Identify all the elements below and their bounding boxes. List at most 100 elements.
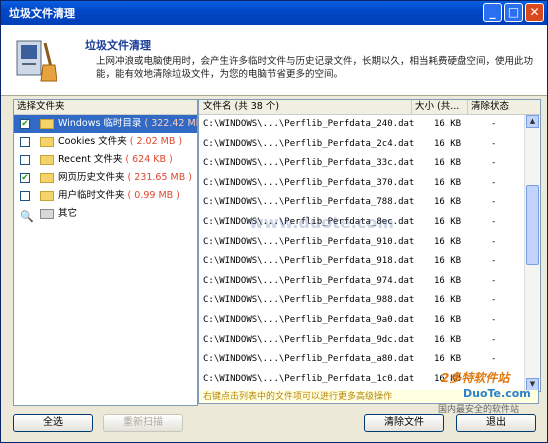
folder-list[interactable]: 选择文件夹 ✔ Windows 临时目录 ( 322.42 MB ) Cookies… <box>13 99 198 406</box>
file-name: C:\WINDOWS\...\Perflib_Perfdata_988.dat <box>203 295 415 306</box>
file-status: - <box>491 295 497 306</box>
file-list[interactable]: 文件名 (共 38 个) 大小 (共... 清除状态 C:\WINDOWS\..… <box>198 99 541 392</box>
file-list-header: 文件名 (共 38 个) 大小 (共... 清除状态 <box>199 100 540 115</box>
file-size: 16 KB <box>434 275 462 286</box>
header-panel: 垃圾文件清理 上网冲浪或电脑使用时，会产生许多临时文件与历史记录文件，长期以久，… <box>1 25 547 96</box>
folder-item[interactable]: ✔ Windows 临时目录 ( 322.42 MB ) <box>14 115 197 133</box>
file-status: - <box>491 275 497 286</box>
folder-checkbox[interactable] <box>20 191 30 201</box>
file-row[interactable]: C:\WINDOWS\...\Perflib_Perfdata_370.dat 1… <box>199 174 540 194</box>
watermark-site: DuoTe.com <box>463 387 531 400</box>
file-name: C:\WINDOWS\...\Perflib_Perfdata_918.dat <box>203 256 415 267</box>
file-name: C:\WINDOWS\...\Perflib_Perfdata_1c0.dat <box>203 373 415 384</box>
file-size: 16 KB <box>434 256 462 267</box>
folder-item-label: Recent 文件夹 <box>58 154 123 165</box>
file-status: - <box>491 158 497 169</box>
file-status: - <box>491 197 497 208</box>
folder-icon <box>40 173 54 183</box>
close-button[interactable]: ✕ <box>525 3 544 22</box>
broom-computer-icon <box>16 40 57 82</box>
file-status: - <box>491 236 497 247</box>
folder-item-size: ( 624 KB ) <box>125 154 173 165</box>
folder-icon <box>40 155 54 165</box>
folder-item-size: ( 2.02 MB ) <box>129 136 183 147</box>
file-size: 16 KB <box>434 158 462 169</box>
file-size: 16 KB <box>434 119 462 129</box>
file-size: 16 KB <box>434 334 462 345</box>
file-size: 16 KB <box>434 295 462 306</box>
watermark-url: www.duote.com <box>249 213 394 232</box>
column-size[interactable]: 大小 (共... <box>411 100 459 114</box>
file-row[interactable]: C:\WINDOWS\...\Perflib_Perfdata_974.dat 1… <box>199 272 540 292</box>
folder-item-size: ( 231.65 MB ) <box>127 172 192 183</box>
folder-icon <box>40 137 54 147</box>
file-name: C:\WINDOWS\...\Perflib_Perfdata_974.dat <box>203 275 415 286</box>
file-row[interactable]: C:\WINDOWS\...\Perflib_Perfdata_910.dat 1… <box>199 233 540 253</box>
file-size: 16 KB <box>434 314 462 325</box>
file-status: - <box>491 138 497 149</box>
minimize-button[interactable]: _ <box>483 3 502 22</box>
folder-icon <box>40 119 54 129</box>
folder-item[interactable]: Recent 文件夹 ( 624 KB ) <box>14 151 197 169</box>
file-status: - <box>491 177 497 188</box>
file-name: C:\WINDOWS\...\Perflib_Perfdata_9a0.dat <box>203 314 415 325</box>
file-name: C:\WINDOWS\...\Perflib_Perfdata_2c4.dat <box>203 138 415 149</box>
scroll-thumb[interactable] <box>526 185 539 265</box>
file-size: 16 KB <box>434 138 462 149</box>
folder-item-size: ( 322.42 MB ) <box>144 118 197 129</box>
folder-checkbox[interactable] <box>20 155 30 165</box>
file-status: - <box>491 256 497 267</box>
drive-icon <box>40 209 54 219</box>
file-status: - <box>491 314 497 325</box>
file-size: 16 KB <box>434 197 462 208</box>
file-status: - <box>491 216 497 227</box>
file-name: C:\WINDOWS\...\Perflib_Perfdata_9dc.dat <box>203 334 415 345</box>
folder-item[interactable]: 🔍 其它 <box>14 205 197 223</box>
folder-checkbox[interactable] <box>20 137 30 147</box>
file-status: - <box>491 119 497 129</box>
scroll-up-icon[interactable]: ▲ <box>526 115 539 128</box>
maximize-button[interactable]: □ <box>504 3 523 22</box>
file-row[interactable]: C:\WINDOWS\...\Perflib_Perfdata_9a0.dat 1… <box>199 311 540 331</box>
magnifier-icon[interactable]: 🔍 <box>20 208 34 223</box>
folder-item-label: 其它 <box>58 208 78 219</box>
title-bar[interactable]: 垃圾文件清理 _ □ ✕ <box>1 1 547 25</box>
folder-item-label: Cookies 文件夹 <box>58 136 127 147</box>
folder-checkbox[interactable]: ✔ <box>20 173 30 183</box>
file-row[interactable]: C:\WINDOWS\...\Perflib_Perfdata_2c4.dat 1… <box>199 135 540 155</box>
select-all-button[interactable]: 全选 <box>13 414 93 432</box>
file-row[interactable]: C:\WINDOWS\...\Perflib_Perfdata_a80.dat 1… <box>199 350 540 370</box>
file-name: C:\WINDOWS\...\Perflib_Perfdata_370.dat <box>203 177 415 188</box>
main-window: 垃圾文件清理 _ □ ✕ 垃圾文件清理 上网冲浪或电脑使用时，会产生许多临时文件… <box>0 0 548 443</box>
file-row[interactable]: C:\WINDOWS\...\Perflib_Perfdata_33c.dat 1… <box>199 154 540 174</box>
rescan-button[interactable]: 重新扫描 <box>103 414 183 432</box>
folder-item-label: 用户临时文件夹 <box>58 190 125 201</box>
file-row[interactable]: C:\WINDOWS\...\Perflib_Perfdata_918.dat 1… <box>199 252 540 272</box>
folder-checkbox[interactable]: ✔ <box>20 119 30 129</box>
file-size: 16 KB <box>434 216 462 227</box>
folder-item[interactable]: Cookies 文件夹 ( 2.02 MB ) <box>14 133 197 151</box>
file-row[interactable]: C:\WINDOWS\...\Perflib_Perfdata_240.dat 1… <box>199 115 540 135</box>
watermark-brand: 2多特软件站 <box>441 371 510 385</box>
file-row[interactable]: C:\WINDOWS\...\Perflib_Perfdata_9dc.dat 1… <box>199 331 540 351</box>
folder-item[interactable]: 用户临时文件夹 ( 0.99 MB ) <box>14 187 197 205</box>
file-status: - <box>491 334 497 345</box>
column-status[interactable]: 清除状态 <box>467 100 509 114</box>
clean-files-button[interactable]: 清除文件 <box>364 414 444 432</box>
file-size: 16 KB <box>434 236 462 247</box>
file-row[interactable]: C:\WINDOWS\...\Perflib_Perfdata_988.dat 1… <box>199 291 540 311</box>
file-name: C:\WINDOWS\...\Perflib_Perfdata_33c.dat <box>203 158 415 169</box>
file-name: C:\WINDOWS\...\Perflib_Perfdata_a80.dat <box>203 354 415 365</box>
folder-item[interactable]: ✔ 网页历史文件夹 ( 231.65 MB ) <box>14 169 197 187</box>
column-filename[interactable]: 文件名 (共 38 个) <box>203 100 279 114</box>
folder-item-label: 网页历史文件夹 <box>58 172 125 183</box>
vertical-scrollbar[interactable]: ▲ ▼ <box>524 115 540 391</box>
watermark-tagline: 国内最安全的软件站 <box>438 405 520 415</box>
folder-item-label: Windows 临时目录 <box>58 118 142 129</box>
exit-button[interactable]: 退出 <box>456 414 536 432</box>
file-status: - <box>491 354 497 365</box>
folder-list-header: 选择文件夹 <box>14 100 197 115</box>
header-title: 垃圾文件清理 <box>85 39 151 52</box>
file-name: C:\WINDOWS\...\Perflib_Perfdata_240.dat <box>203 119 415 129</box>
file-row[interactable]: C:\WINDOWS\...\Perflib_Perfdata_788.dat 1… <box>199 193 540 213</box>
